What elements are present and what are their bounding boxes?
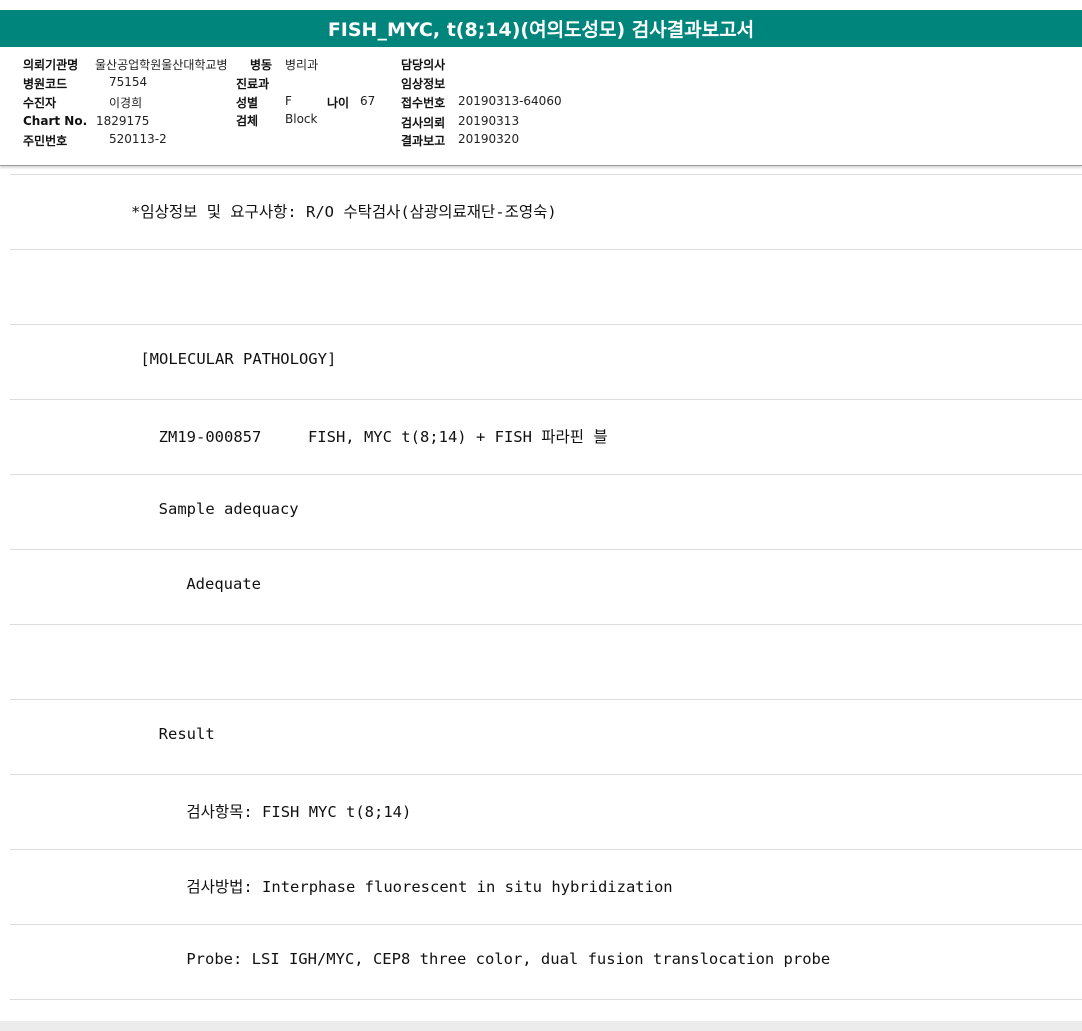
receipt-value: 20190313-64060 [458, 94, 562, 108]
report-line: 검사방법: Interphase fluorescent in situ hyb… [10, 850, 1082, 925]
test-method-line: 검사방법: Interphase fluorescent in situ hyb… [149, 878, 673, 896]
age-value: 67 [360, 94, 376, 108]
specimen-value: Block [285, 112, 318, 126]
report-line: Probe: LSI IGH/MYC, CEP8 three color, du… [10, 925, 1082, 1000]
report-date-label: 결과보고 [401, 134, 446, 148]
request-date-label: 검사의뢰 [401, 116, 446, 130]
ward-label: 병동 [250, 58, 273, 72]
resident-no-value: 520113-2 [109, 132, 167, 146]
hospital-code-label: 병원코드 [23, 77, 68, 91]
resident-no-label: 주민번호 [23, 134, 68, 148]
report-title: FISH_MYC, t(8;14)(여의도성모) 검사결과보고서 [0, 10, 1082, 47]
institution-label: 의뢰기관명 [23, 58, 79, 72]
clinical-request-text: *임상정보 및 요구사항: R/O 수탁검사(삼광의료재단-조영숙) [131, 203, 557, 221]
result-heading: Result [140, 725, 215, 743]
probe-line: Probe: LSI IGH/MYC, CEP8 three color, du… [149, 950, 831, 968]
chart-no-value: 1829175 [96, 114, 150, 128]
report-body: *임상정보 및 요구사항: R/O 수탁검사(삼광의료재단-조영숙) [MOLE… [10, 174, 1082, 1000]
report-line: ZM19-000857 FISH, MYC t(8;14) + FISH 파라핀… [10, 400, 1082, 475]
report-line: Sample adequacy [10, 475, 1082, 550]
report-line [10, 250, 1082, 325]
dept-label: 진료과 [236, 77, 270, 91]
bottom-scroll-strip [0, 1021, 1082, 1031]
accession-line: ZM19-000857 FISH, MYC t(8;14) + FISH 파라핀… [140, 428, 608, 446]
clinical-info-label: 임상정보 [401, 77, 446, 91]
sex-label: 성별 [236, 96, 259, 110]
doctor-label: 담당의사 [401, 58, 446, 72]
institution-value: 울산공업학원울산대학교병 [95, 58, 228, 72]
report-line [10, 625, 1082, 700]
patient-value: 이경희 [109, 96, 143, 110]
sex-value: F [285, 94, 292, 108]
hospital-code-value: 75154 [109, 75, 148, 89]
ward-value: 병리과 [285, 58, 319, 72]
request-date-value: 20190313 [458, 114, 520, 128]
specimen-label: 검체 [236, 114, 259, 128]
patient-label: 수진자 [23, 96, 57, 110]
age-label: 나이 [327, 96, 350, 110]
report-line: Result [10, 700, 1082, 775]
report-date-value: 20190320 [458, 132, 520, 146]
report-line: *임상정보 및 요구사항: R/O 수탁검사(삼광의료재단-조영숙) [10, 175, 1082, 250]
receipt-label: 접수번호 [401, 96, 446, 110]
report-line: [MOLECULAR PATHOLOGY] [10, 325, 1082, 400]
test-item-line: 검사항목: FISH MYC t(8;14) [149, 803, 412, 821]
sample-adequacy-heading: Sample adequacy [140, 500, 299, 518]
patient-info-header: 의뢰기관명 울산공업학원울산대학교병 병동 병리과 담당의사 병원코드 7515… [0, 47, 1082, 166]
report-line: 검사항목: FISH MYC t(8;14) [10, 775, 1082, 850]
sample-adequacy-value: Adequate [149, 575, 261, 593]
report-line: Adequate [10, 550, 1082, 625]
chart-no-label: Chart No. [23, 114, 88, 128]
section-heading: [MOLECULAR PATHOLOGY] [131, 350, 337, 368]
